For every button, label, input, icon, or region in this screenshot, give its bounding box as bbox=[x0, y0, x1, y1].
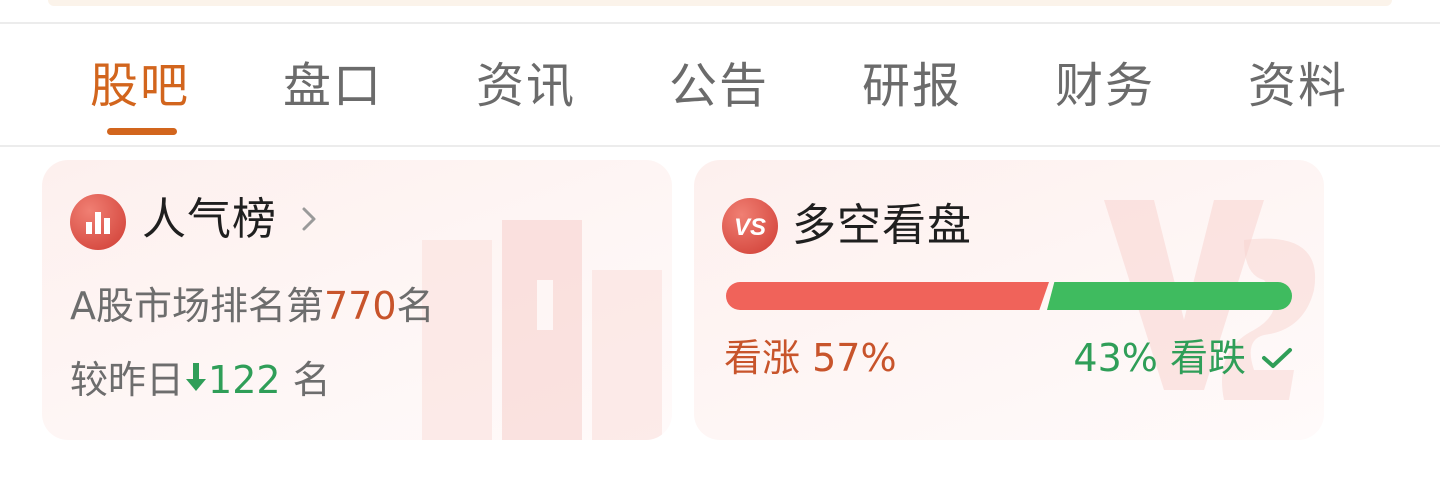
popularity-card[interactable]: 人气榜 A股市场排名第770名 较昨日 122 名 bbox=[42, 160, 672, 440]
change-value: 122 bbox=[208, 358, 281, 402]
tab-news[interactable]: 资讯 bbox=[476, 54, 576, 118]
tab-pankou[interactable]: 盘口 bbox=[283, 54, 383, 118]
vs-icon: VS bbox=[722, 198, 778, 254]
top-banner-edge bbox=[48, 0, 1392, 6]
active-tab-indicator bbox=[107, 128, 177, 135]
market-rank: A股市场排名第770名 bbox=[70, 280, 435, 332]
bear-percent: 43% bbox=[1073, 336, 1158, 380]
tab-profile[interactable]: 资料 bbox=[1248, 54, 1348, 118]
change-prefix: 较昨日 bbox=[70, 358, 185, 402]
rank-value: 770 bbox=[324, 284, 397, 328]
popularity-title: 人气榜 bbox=[142, 194, 277, 245]
bull-percent: 57% bbox=[812, 336, 897, 380]
tab-announcements[interactable]: 公告 bbox=[669, 54, 769, 118]
rank-prefix: A股市场排名第 bbox=[70, 284, 324, 328]
sentiment-title: 多空看盘 bbox=[792, 200, 972, 251]
tab-finance[interactable]: 财务 bbox=[1055, 54, 1155, 118]
bull-bar bbox=[726, 282, 1049, 310]
bull-label: 看涨 bbox=[724, 336, 801, 380]
rank-change: 较昨日 122 名 bbox=[70, 354, 331, 406]
change-suffix: 名 bbox=[292, 358, 331, 402]
divider bbox=[0, 22, 1440, 24]
rank-suffix: 名 bbox=[396, 284, 435, 328]
chevron-right-icon[interactable] bbox=[300, 203, 320, 235]
arrow-down-icon bbox=[186, 363, 207, 391]
bear-label: 看跌 bbox=[1169, 336, 1246, 380]
divider bbox=[0, 145, 1440, 147]
bull-vote[interactable]: 看涨 57% bbox=[724, 332, 897, 384]
bear-vote[interactable]: 43% 看跌 bbox=[1073, 332, 1246, 384]
tab-research[interactable]: 研报 bbox=[862, 54, 962, 118]
svg-text:VS: VS bbox=[734, 214, 766, 241]
bar-chart-icon bbox=[70, 194, 126, 250]
tab-bar: 股吧 盘口 资讯 公告 研报 财务 资料 bbox=[0, 30, 1440, 145]
bear-bar bbox=[1047, 282, 1292, 310]
sentiment-card[interactable]: VS 多空看盘 看涨 57% 43% 看跌 bbox=[694, 160, 1324, 440]
checkmark-icon bbox=[1262, 348, 1292, 368]
podium-watermark bbox=[422, 220, 662, 440]
tab-guba[interactable]: 股吧 bbox=[90, 54, 190, 118]
